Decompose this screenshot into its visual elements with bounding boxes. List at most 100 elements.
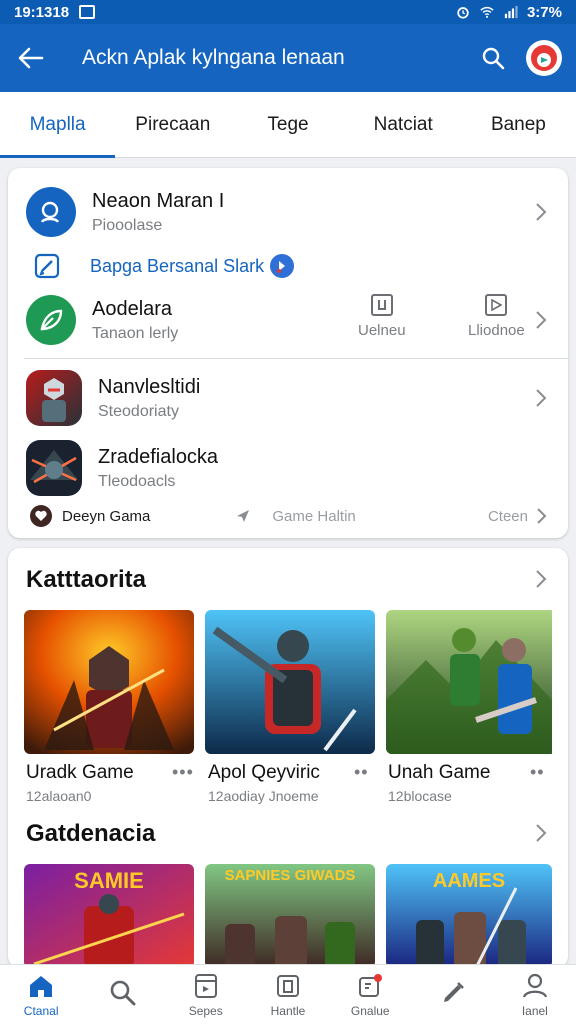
list-item[interactable]: Zradefialocka Tleodoacls bbox=[8, 436, 568, 500]
chevron-right-icon bbox=[536, 203, 547, 221]
user-icon bbox=[26, 187, 76, 237]
account-card: Neaon Maran I Piooolase Bapga Bersanal S… bbox=[8, 168, 568, 538]
pen-icon bbox=[443, 981, 464, 1002]
game-banner[interactable]: SAMIE bbox=[24, 864, 194, 968]
nav-profile[interactable]: Ianel bbox=[494, 965, 576, 1024]
game-meta: 12alaoan0 bbox=[26, 788, 92, 804]
account-subtitle: Piooolase bbox=[92, 216, 163, 234]
nav-search[interactable] bbox=[82, 965, 164, 1024]
nav-store-label: Sepes bbox=[188, 1003, 223, 1018]
store-icon bbox=[194, 973, 217, 998]
chevron-right-icon bbox=[536, 311, 547, 329]
game-name: Nanvlesltidi bbox=[98, 375, 201, 398]
nav-notifications-label: Gnalue bbox=[350, 1003, 390, 1018]
app-action-2-label: Lliodnoe bbox=[468, 322, 525, 339]
gallery-icon bbox=[79, 5, 96, 19]
game-title: Unah Game bbox=[388, 762, 491, 783]
app-bar: Ackn Aplak kylngana lenaan bbox=[0, 24, 576, 92]
nav-home-label: Ctanal bbox=[23, 1003, 59, 1018]
tab-bar: Maplla Pirecaan Tege Natciat Banep bbox=[0, 92, 576, 158]
game-title: Uradk Game bbox=[26, 762, 134, 783]
signal-icon bbox=[504, 5, 518, 19]
page-title: Ackn Aplak kylngana lenaan bbox=[82, 46, 345, 69]
divider bbox=[24, 358, 568, 359]
nav-notifications[interactable]: Gnalue bbox=[329, 965, 411, 1024]
battery-text: 3:7% bbox=[526, 3, 562, 21]
app-action-1-button[interactable]: Uelneu bbox=[358, 294, 406, 339]
leaf-icon bbox=[26, 295, 76, 345]
status-bar: 19:1318 3:7% bbox=[0, 0, 576, 24]
nav-library-label: Hantle bbox=[270, 1003, 306, 1018]
search-button[interactable] bbox=[476, 41, 510, 75]
game-banner[interactable]: SAPNIES GIWADS bbox=[205, 864, 375, 968]
game-meta: 12aodiay Jnoeme bbox=[208, 788, 319, 804]
game-banner[interactable]: AAMES bbox=[386, 864, 552, 968]
badge-link-label: Bapga Bersanal Slark bbox=[90, 255, 265, 276]
game-tile-image[interactable] bbox=[205, 610, 375, 754]
more-options-button[interactable]: ••• bbox=[172, 762, 194, 783]
game-meta: 12blocase bbox=[388, 788, 452, 804]
banner-title: AAMES bbox=[432, 870, 506, 892]
game-subtitle: Tleodoacls bbox=[98, 472, 176, 490]
tab-maplla[interactable]: Maplla bbox=[0, 92, 116, 158]
list-item[interactable]: Nanvlesltidi Steodoriaty bbox=[8, 366, 568, 430]
app-action-2-button[interactable]: Lliodnoe bbox=[468, 294, 525, 339]
app-action-1-label: Uelneu bbox=[358, 322, 406, 339]
arrow-left-icon bbox=[18, 47, 44, 69]
banner-title: SAMIE bbox=[74, 868, 144, 893]
game-thumbnail bbox=[26, 440, 82, 496]
search-icon bbox=[482, 47, 505, 70]
home-icon bbox=[30, 975, 53, 997]
tab-tege[interactable]: Tege bbox=[230, 92, 345, 157]
game-title: Apol Qeyviric bbox=[208, 762, 320, 783]
game-tile-image[interactable] bbox=[24, 610, 194, 754]
app-name: Aodelara bbox=[92, 297, 173, 320]
tab-banep[interactable]: Banep bbox=[461, 92, 576, 157]
heart-icon bbox=[30, 505, 52, 527]
send-icon bbox=[237, 510, 250, 522]
bottom-navigation: Ctanal Sepes Hantle Gnalue Ianel bbox=[0, 964, 576, 1024]
nav-library[interactable]: Hantle bbox=[247, 965, 329, 1024]
nav-profile-label: Ianel bbox=[521, 1003, 548, 1018]
nav-store[interactable]: Sepes bbox=[165, 965, 247, 1024]
game-thumbnail bbox=[26, 370, 82, 426]
section-title: Gatdenacia bbox=[26, 820, 156, 847]
chevron-right-icon[interactable] bbox=[534, 822, 548, 844]
status-time: 19:1318 bbox=[14, 3, 70, 21]
game-tile-image[interactable] bbox=[386, 610, 556, 754]
verified-badge-icon bbox=[270, 254, 295, 278]
tab-pirecaan[interactable]: Pirecaan bbox=[115, 92, 230, 157]
avatar-logo-icon bbox=[531, 45, 557, 71]
section-title: Katttaorita bbox=[26, 566, 147, 593]
chevron-right-icon bbox=[536, 389, 547, 407]
notifications-icon bbox=[359, 973, 383, 997]
widget-icon bbox=[370, 294, 393, 316]
nav-home[interactable]: Ctanal bbox=[0, 965, 82, 1024]
edit-icon bbox=[34, 253, 60, 279]
footer-center-link[interactable]: Game Haltin bbox=[272, 508, 355, 525]
nav-pen[interactable] bbox=[411, 965, 493, 1024]
play-icon bbox=[485, 294, 508, 316]
game-name: Zradefialocka bbox=[98, 445, 219, 468]
app-subtitle: Tanaon lerly bbox=[92, 324, 179, 342]
account-name: Neaon Maran I bbox=[92, 189, 225, 212]
tab-natciat[interactable]: Natciat bbox=[346, 92, 461, 157]
footer-left-link[interactable]: Deeyn Gama bbox=[62, 508, 150, 525]
search-icon bbox=[111, 980, 136, 1005]
chevron-right-icon[interactable] bbox=[534, 568, 548, 590]
more-options-button[interactable]: •• bbox=[530, 762, 545, 783]
back-button[interactable] bbox=[14, 41, 48, 75]
badge-link-row[interactable]: Bapga Bersanal Slark bbox=[8, 248, 568, 284]
chevron-right-icon bbox=[537, 508, 547, 524]
card-footer: Deeyn Gama Game Haltin Cteen bbox=[8, 502, 568, 530]
account-row[interactable]: Neaon Maran I Piooolase bbox=[8, 184, 568, 240]
banner-title: SAPNIES GIWADS bbox=[224, 867, 356, 884]
game-subtitle: Steodoriaty bbox=[98, 402, 179, 420]
profile-icon bbox=[522, 973, 547, 998]
alarm-icon bbox=[457, 7, 469, 19]
wifi-icon bbox=[480, 6, 494, 18]
avatar[interactable] bbox=[526, 40, 562, 76]
more-options-button[interactable]: •• bbox=[354, 762, 369, 783]
categories-card: Katttaorita Uradk Game ••• 12alaoan0 Apo… bbox=[8, 548, 568, 968]
footer-right-link[interactable]: Cteen bbox=[488, 508, 528, 525]
